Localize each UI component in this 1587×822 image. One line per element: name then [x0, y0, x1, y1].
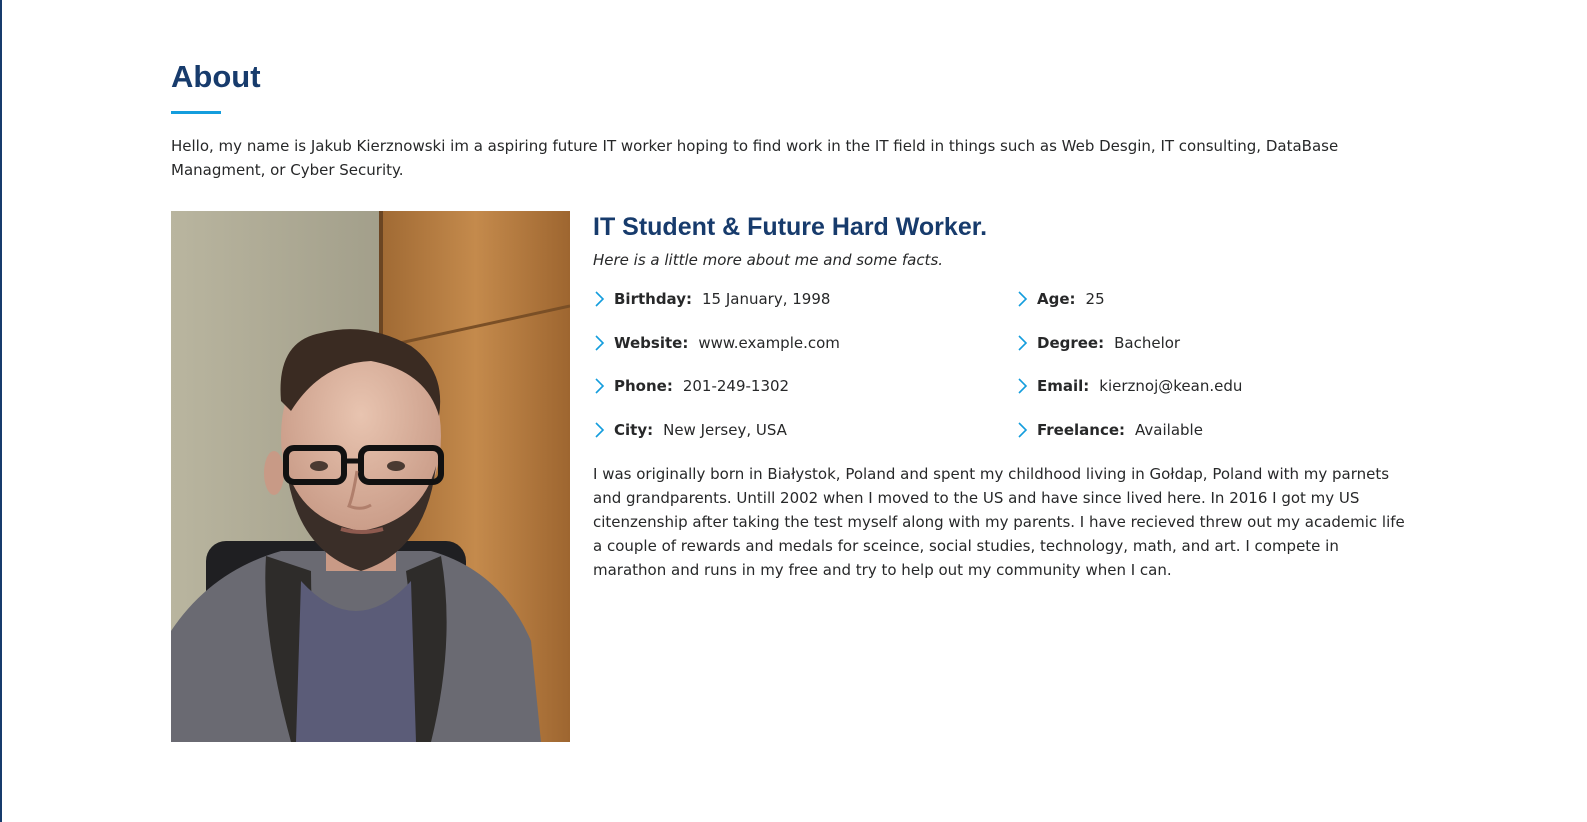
section-title: About — [171, 59, 261, 94]
fact-label: Email: — [1037, 377, 1090, 395]
chevron-right-icon — [593, 418, 614, 442]
left-edge-rule — [0, 0, 2, 822]
about-subheadline: Here is a little more about me and some … — [593, 251, 944, 269]
fact-freelance: Freelance: Available — [1016, 418, 1408, 442]
fact-label: Freelance: — [1037, 420, 1126, 439]
fact-value: New Jersey, USA — [663, 420, 787, 439]
fact-birthday: Birthday: 15 January, 1998 — [593, 287, 1016, 311]
fact-label: Phone: — [614, 377, 673, 395]
bio-text: I was originally born in Białystok, Pola… — [593, 464, 1405, 579]
title-underline — [171, 111, 221, 114]
fact-label: City: — [614, 420, 654, 439]
website-link[interactable]: www.example.com — [698, 331, 840, 355]
fact-value: Bachelor — [1114, 333, 1181, 352]
fact-value: 201-249-1302 — [682, 377, 790, 395]
fact-city: City: New Jersey, USA — [593, 418, 1016, 442]
fact-age: Age: 25 — [1016, 287, 1408, 311]
fact-value: 25 — [1085, 290, 1105, 308]
chevron-right-icon — [1016, 331, 1037, 355]
fact-label: Degree: — [1037, 333, 1105, 352]
about-section: About Hello, my name is Jakub Kierznowsk… — [171, 58, 1411, 742]
fact-value: Available — [1135, 420, 1203, 439]
about-row: IT Student & Future Hard Worker. Here is… — [171, 211, 1411, 742]
fact-label: Website: — [614, 333, 689, 352]
fact-degree: Degree: Bachelor — [1016, 331, 1408, 355]
fact-label: Age: — [1037, 290, 1076, 308]
fact-phone: Phone: 201-249-1302 — [593, 374, 1016, 398]
email-link[interactable]: kierznoj@kean.edu — [1099, 374, 1242, 398]
about-content: IT Student & Future Hard Worker. Here is… — [593, 211, 1408, 742]
chevron-right-icon — [593, 374, 614, 398]
fact-value: 15 January, 1998 — [702, 290, 831, 308]
chevron-right-icon — [593, 331, 614, 355]
facts-list: Birthday: 15 January, 1998 Age: 25 Websi… — [593, 287, 1408, 442]
about-headline: IT Student & Future Hard Worker. — [593, 213, 988, 241]
intro-text: Hello, my name is Jakub Kierznowski im a… — [171, 137, 1339, 179]
profile-photo — [171, 211, 570, 742]
chevron-right-icon — [1016, 374, 1037, 398]
fact-website: Website: www.example.com — [593, 331, 1016, 355]
chevron-right-icon — [1016, 418, 1037, 442]
chevron-right-icon — [593, 287, 614, 311]
chevron-right-icon — [1016, 287, 1037, 311]
fact-email: Email: kierznoj@kean.edu — [1016, 374, 1408, 398]
fact-label: Birthday: — [614, 290, 692, 308]
